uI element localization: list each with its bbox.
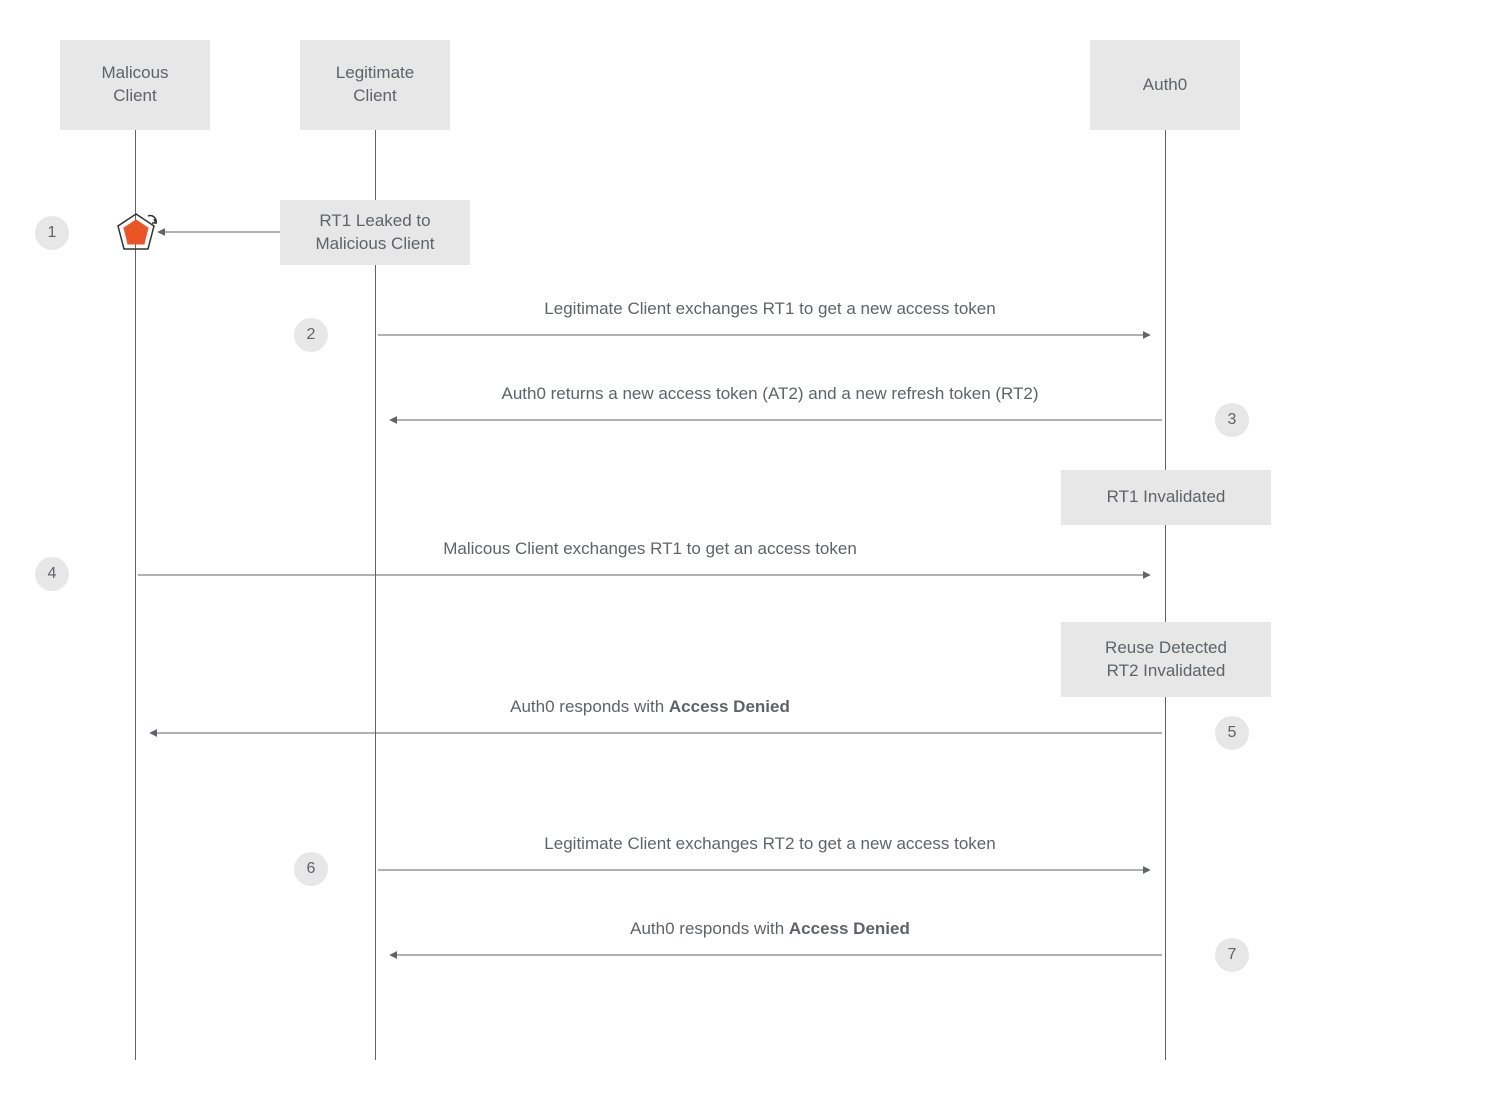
msg-6: Legitimate Client exchanges RT2 to get a… xyxy=(380,833,1160,856)
step-7: 7 xyxy=(1215,938,1249,972)
step-3: 3 xyxy=(1215,403,1249,437)
step-5: 5 xyxy=(1215,716,1249,750)
msg-3: Auth0 returns a new access token (AT2) a… xyxy=(380,383,1160,406)
step-num: 3 xyxy=(1228,411,1237,429)
step-2: 2 xyxy=(294,318,328,352)
step-num: 7 xyxy=(1228,946,1237,964)
msg-7-bold: Access Denied xyxy=(789,919,910,938)
msg-5-bold: Access Denied xyxy=(669,697,790,716)
shield-icon xyxy=(118,214,156,249)
msg-5: Auth0 responds with Access Denied xyxy=(140,696,1160,719)
msg-7-prefix: Auth0 responds with xyxy=(630,919,789,938)
step-4: 4 xyxy=(35,557,69,591)
step-num: 1 xyxy=(48,224,57,242)
sequence-diagram: MalicousClient LegitimateClient Auth0 xyxy=(0,0,1500,1105)
msg-2: Legitimate Client exchanges RT1 to get a… xyxy=(380,298,1160,321)
step-6: 6 xyxy=(294,852,328,886)
msg-7: Auth0 responds with Access Denied xyxy=(380,918,1160,941)
step-num: 4 xyxy=(48,565,57,583)
step-num: 5 xyxy=(1228,724,1237,742)
step-num: 6 xyxy=(307,860,316,878)
msg-5-prefix: Auth0 responds with xyxy=(510,697,669,716)
step-num: 2 xyxy=(307,326,316,344)
msg-4: Malicous Client exchanges RT1 to get an … xyxy=(140,538,1160,561)
step-1: 1 xyxy=(35,216,69,250)
